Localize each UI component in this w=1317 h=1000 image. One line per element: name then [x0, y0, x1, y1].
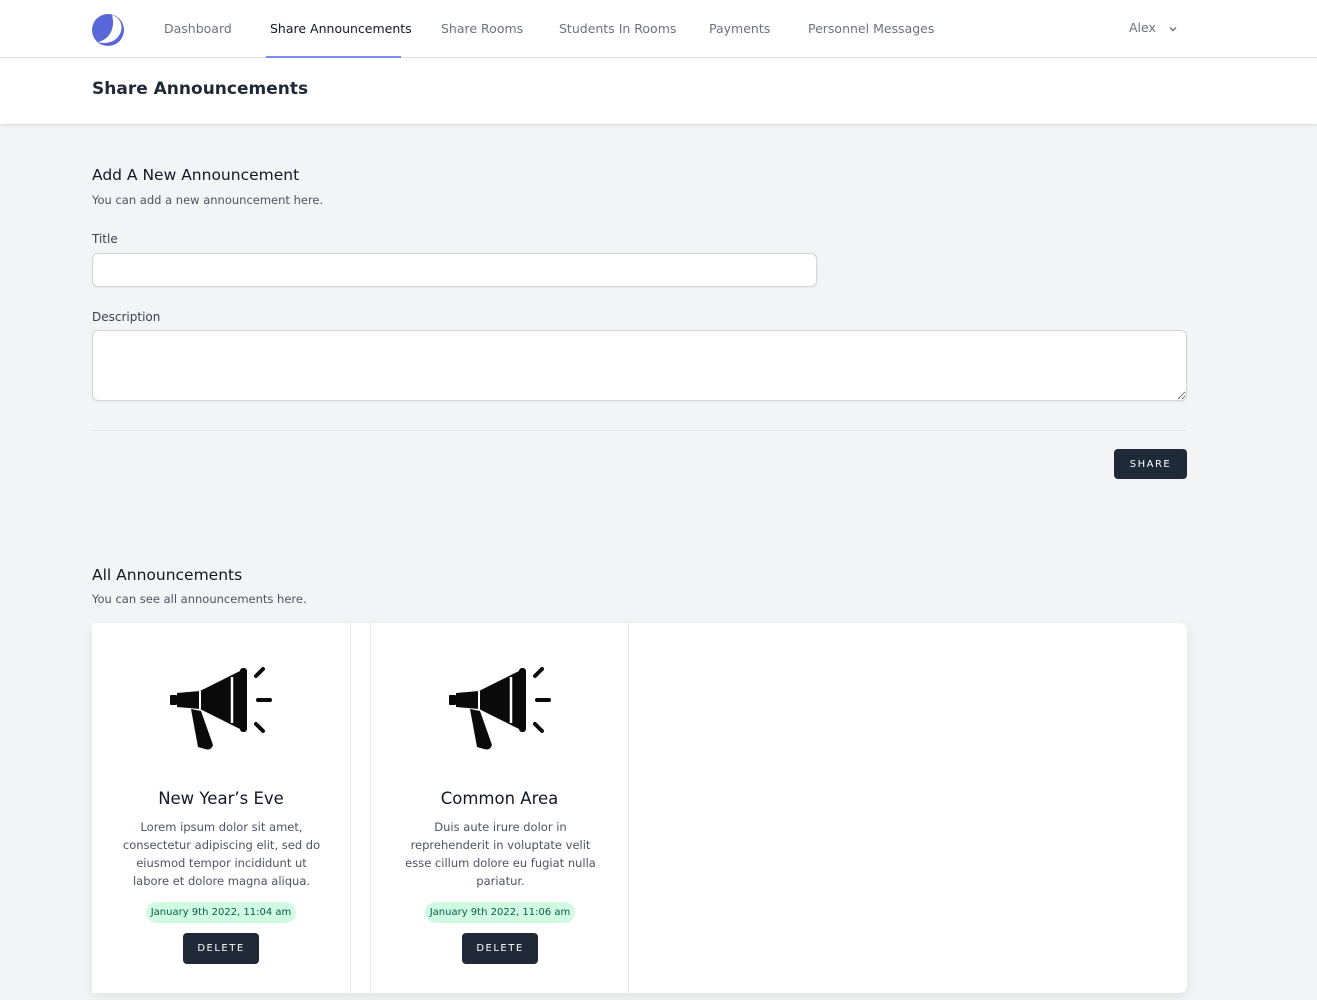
app-logo-icon[interactable]: [92, 12, 126, 46]
announcement-date-badge: January 9th 2022, 11:06 am: [425, 902, 575, 923]
page-header: Share Announcements: [0, 58, 1317, 124]
nav-dashboard[interactable]: Dashboard: [164, 0, 232, 58]
add-section-title: Add A New Announcement: [92, 166, 300, 184]
description-label: Description: [92, 310, 161, 324]
chevron-down-icon: [1169, 26, 1177, 32]
list-section-title: All Announcements: [92, 566, 243, 584]
announcements-panel: New Year’s Eve Lorem ipsum dolor sit ame…: [92, 623, 1187, 993]
announcement-title: New Year’s Eve: [158, 789, 284, 808]
announcement-body: Lorem ipsum dolor sit amet, consectetur …: [122, 820, 321, 888]
nav-share-announcements[interactable]: Share Announcements: [270, 0, 412, 58]
nav-personnel-messages[interactable]: Personnel Messages: [808, 0, 934, 58]
form-divider: [92, 430, 1187, 431]
nav-share-rooms[interactable]: Share Rooms: [441, 0, 523, 58]
delete-button[interactable]: Delete: [183, 933, 259, 964]
delete-button[interactable]: Delete: [462, 933, 538, 964]
announcement-card: Common Area Duis aute irure dolor in rep…: [370, 623, 629, 993]
add-section-description: You can add a new announcement here.: [92, 193, 324, 207]
megaphone-icon: [170, 667, 272, 750]
top-navbar: Dashboard Share Announcements Share Room…: [0, 0, 1317, 58]
page-title: Share Announcements: [92, 79, 309, 99]
user-name: Alex: [1129, 20, 1156, 35]
description-textarea[interactable]: [92, 330, 1187, 401]
title-label: Title: [92, 232, 118, 246]
list-section-description: You can see all announcements here.: [92, 592, 307, 606]
share-button[interactable]: Share: [1114, 449, 1187, 479]
announcement-card: New Year’s Eve Lorem ipsum dolor sit ame…: [92, 623, 351, 993]
megaphone-icon: [449, 667, 551, 750]
title-input[interactable]: [92, 253, 817, 287]
announcement-title: Common Area: [440, 789, 559, 808]
user-menu[interactable]: Alex: [1129, 0, 1178, 58]
announcement-body: Duis aute irure dolor in reprehenderit i…: [405, 820, 596, 888]
nav-payments[interactable]: Payments: [709, 0, 770, 58]
nav-students-in-rooms[interactable]: Students In Rooms: [559, 0, 676, 58]
announcement-date-badge: January 9th 2022, 11:04 am: [146, 902, 296, 923]
